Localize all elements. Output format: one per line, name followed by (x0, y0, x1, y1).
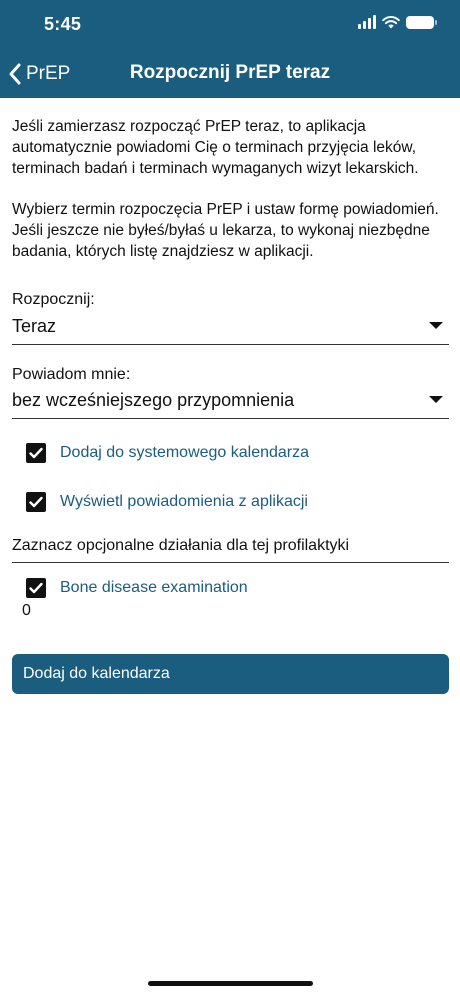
notify-select-value: bez wcześniejszego przypomnienia (12, 390, 295, 410)
checkbox-checked[interactable] (26, 492, 46, 512)
intro-text: Jeśli zamierzasz rozpocząć PrEP teraz, t… (12, 116, 448, 262)
home-indicator (148, 981, 313, 986)
add-to-calendar-button[interactable]: Dodaj do kalendarza (12, 654, 449, 694)
checkmark-icon (29, 582, 43, 594)
battery-icon (406, 15, 437, 29)
optional-count: 0 (22, 602, 31, 619)
status-time: 5:45 (44, 14, 82, 34)
notify-select[interactable]: bez wcześniejszego przypomnienia (12, 385, 449, 419)
checkbox-checked[interactable] (26, 578, 46, 598)
notify-label: Powiadom mnie: (12, 366, 131, 383)
start-select[interactable]: Teraz (12, 311, 449, 345)
intro-paragraph-1: Jeśli zamierzasz rozpocząć PrEP teraz, t… (12, 118, 419, 177)
intro-paragraph-2: Wybierz termin rozpoczęcia PrEP i ustaw … (12, 201, 439, 260)
cellular-signal-icon (358, 15, 376, 29)
app-notifications-label: Wyświetl powiadomienia z aplikacji (60, 493, 308, 510)
dropdown-arrow-icon (429, 322, 443, 329)
bone-disease-option[interactable]: Bone disease examination (26, 578, 248, 598)
wifi-icon (382, 16, 400, 29)
app-header: 5:45 PrEP Rozpocznij PrEP teraz (0, 0, 460, 98)
device-notch (113, 0, 347, 32)
start-select-value: Teraz (12, 316, 57, 336)
bone-disease-label: Bone disease examination (60, 579, 248, 596)
start-label: Rozpocznij: (12, 291, 95, 308)
system-calendar-option[interactable]: Dodaj do systemowego kalendarza (26, 443, 309, 463)
app-notifications-option[interactable]: Wyświetl powiadomienia z aplikacji (26, 492, 308, 512)
optional-actions-heading: Zaznacz opcjonalne działania dla tej pro… (12, 537, 449, 563)
checkmark-icon (29, 496, 43, 508)
checkbox-checked[interactable] (26, 443, 46, 463)
system-calendar-label: Dodaj do systemowego kalendarza (60, 444, 310, 461)
page-title: Rozpocznij PrEP teraz (129, 62, 331, 83)
dropdown-arrow-icon (429, 396, 443, 403)
checkmark-icon (29, 447, 43, 459)
status-icons (358, 15, 437, 29)
